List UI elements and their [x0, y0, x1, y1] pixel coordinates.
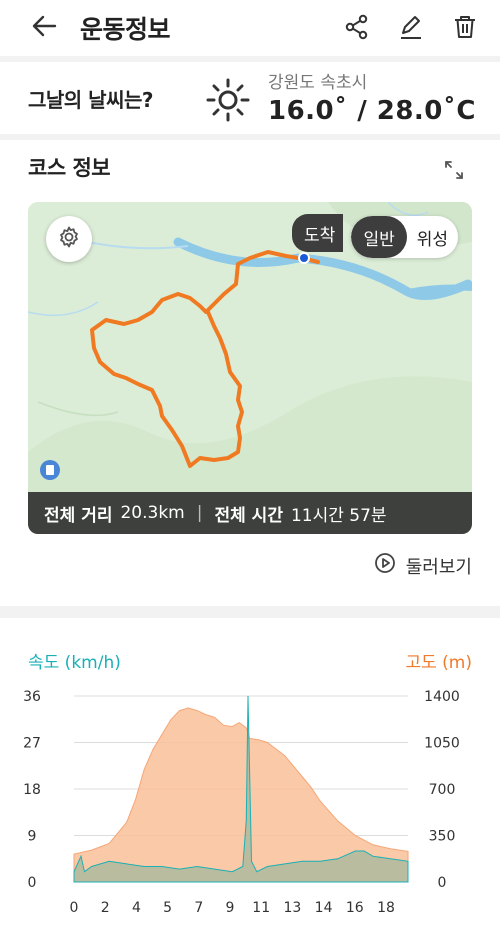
share-icon[interactable] [340, 10, 374, 44]
time-label: 전체 시간 [214, 505, 283, 526]
chart-canvas: 36 1400 27 1050 18 700 9 350 0 0 0 2 4 5 7 9 11 13 14 16 18 [23, 689, 460, 916]
right-tick-label: 700 [429, 782, 456, 798]
right-tick-label: 0 [438, 875, 447, 891]
course-section: 코스 정보 도착 일반 위성 전체 거리 20.3km | 전체 시간 11시간… [0, 140, 500, 606]
lookaround-label: 둘러보기 [405, 556, 472, 578]
speed-altitude-chart: 속도 (km/h) 고도 (m) 36 1400 27 1050 18 700 9 350 0 0… [0, 618, 500, 934]
header-actions [340, 10, 482, 44]
x-tick-label: 7 [194, 900, 203, 916]
page-title: 운동정보 [80, 15, 171, 44]
weather-location: 강원도 속초시 [268, 73, 368, 93]
x-tick-label: 4 [132, 900, 141, 916]
trash-icon[interactable] [448, 10, 482, 44]
x-tick-label: 13 [283, 900, 301, 916]
distance-value: 20.3km [120, 503, 185, 523]
arrival-label: 도착 [304, 225, 336, 246]
distance-label: 전체 거리 [44, 505, 113, 526]
x-tick-label: 18 [377, 900, 395, 916]
time-value: 11시간 57분 [290, 505, 387, 526]
left-tick-label: 9 [28, 829, 37, 845]
weather-section: 그날의 날씨는? 강원도 속초시 16.0˚ / 28.0˚C [0, 62, 500, 134]
gear-icon [57, 225, 81, 253]
course-title: 코스 정보 [28, 156, 111, 180]
edit-icon[interactable] [394, 10, 428, 44]
left-tick-label: 0 [28, 875, 37, 891]
expand-icon[interactable] [444, 160, 464, 184]
left-tick-label: 36 [23, 689, 41, 705]
right-tick-label: 1050 [424, 736, 460, 752]
arrow-left-icon[interactable] [30, 12, 66, 45]
course-stats-bar: 전체 거리 20.3km | 전체 시간 11시간 57분 [28, 492, 472, 534]
sun-icon [204, 76, 252, 128]
x-tick-label: 11 [252, 900, 270, 916]
map-mode-satellite[interactable]: 위성 [407, 216, 458, 258]
map-mode-normal[interactable]: 일반 [351, 216, 407, 258]
x-tick-label: 9 [226, 900, 235, 916]
map-mode-toggle: 일반 위성 [351, 216, 458, 258]
weather-temperature: 16.0˚ / 28.0˚C [268, 96, 476, 126]
left-tick-label: 18 [23, 782, 41, 798]
x-tick-label: 0 [70, 900, 79, 916]
course-map[interactable]: 도착 일반 위성 전체 거리 20.3km | 전체 시간 11시간 57분 [28, 202, 472, 534]
left-tick-label: 27 [23, 736, 41, 752]
weather-label: 그날의 날씨는? [28, 87, 153, 112]
right-tick-label: 350 [429, 829, 456, 845]
map-settings-button[interactable] [46, 216, 92, 262]
lookaround-button[interactable]: 둘러보기 [374, 552, 472, 579]
x-tick-label: 16 [346, 900, 364, 916]
x-tick-label: 14 [315, 900, 333, 916]
arrival-marker: 도착 [292, 214, 344, 252]
x-tick-label: 2 [101, 900, 110, 916]
x-tick-label: 5 [163, 900, 172, 916]
right-tick-label: 1400 [424, 689, 460, 705]
play-circle-icon [374, 552, 396, 579]
top-app-bar: 운동정보 [0, 0, 500, 56]
stats-divider: | [196, 503, 203, 523]
